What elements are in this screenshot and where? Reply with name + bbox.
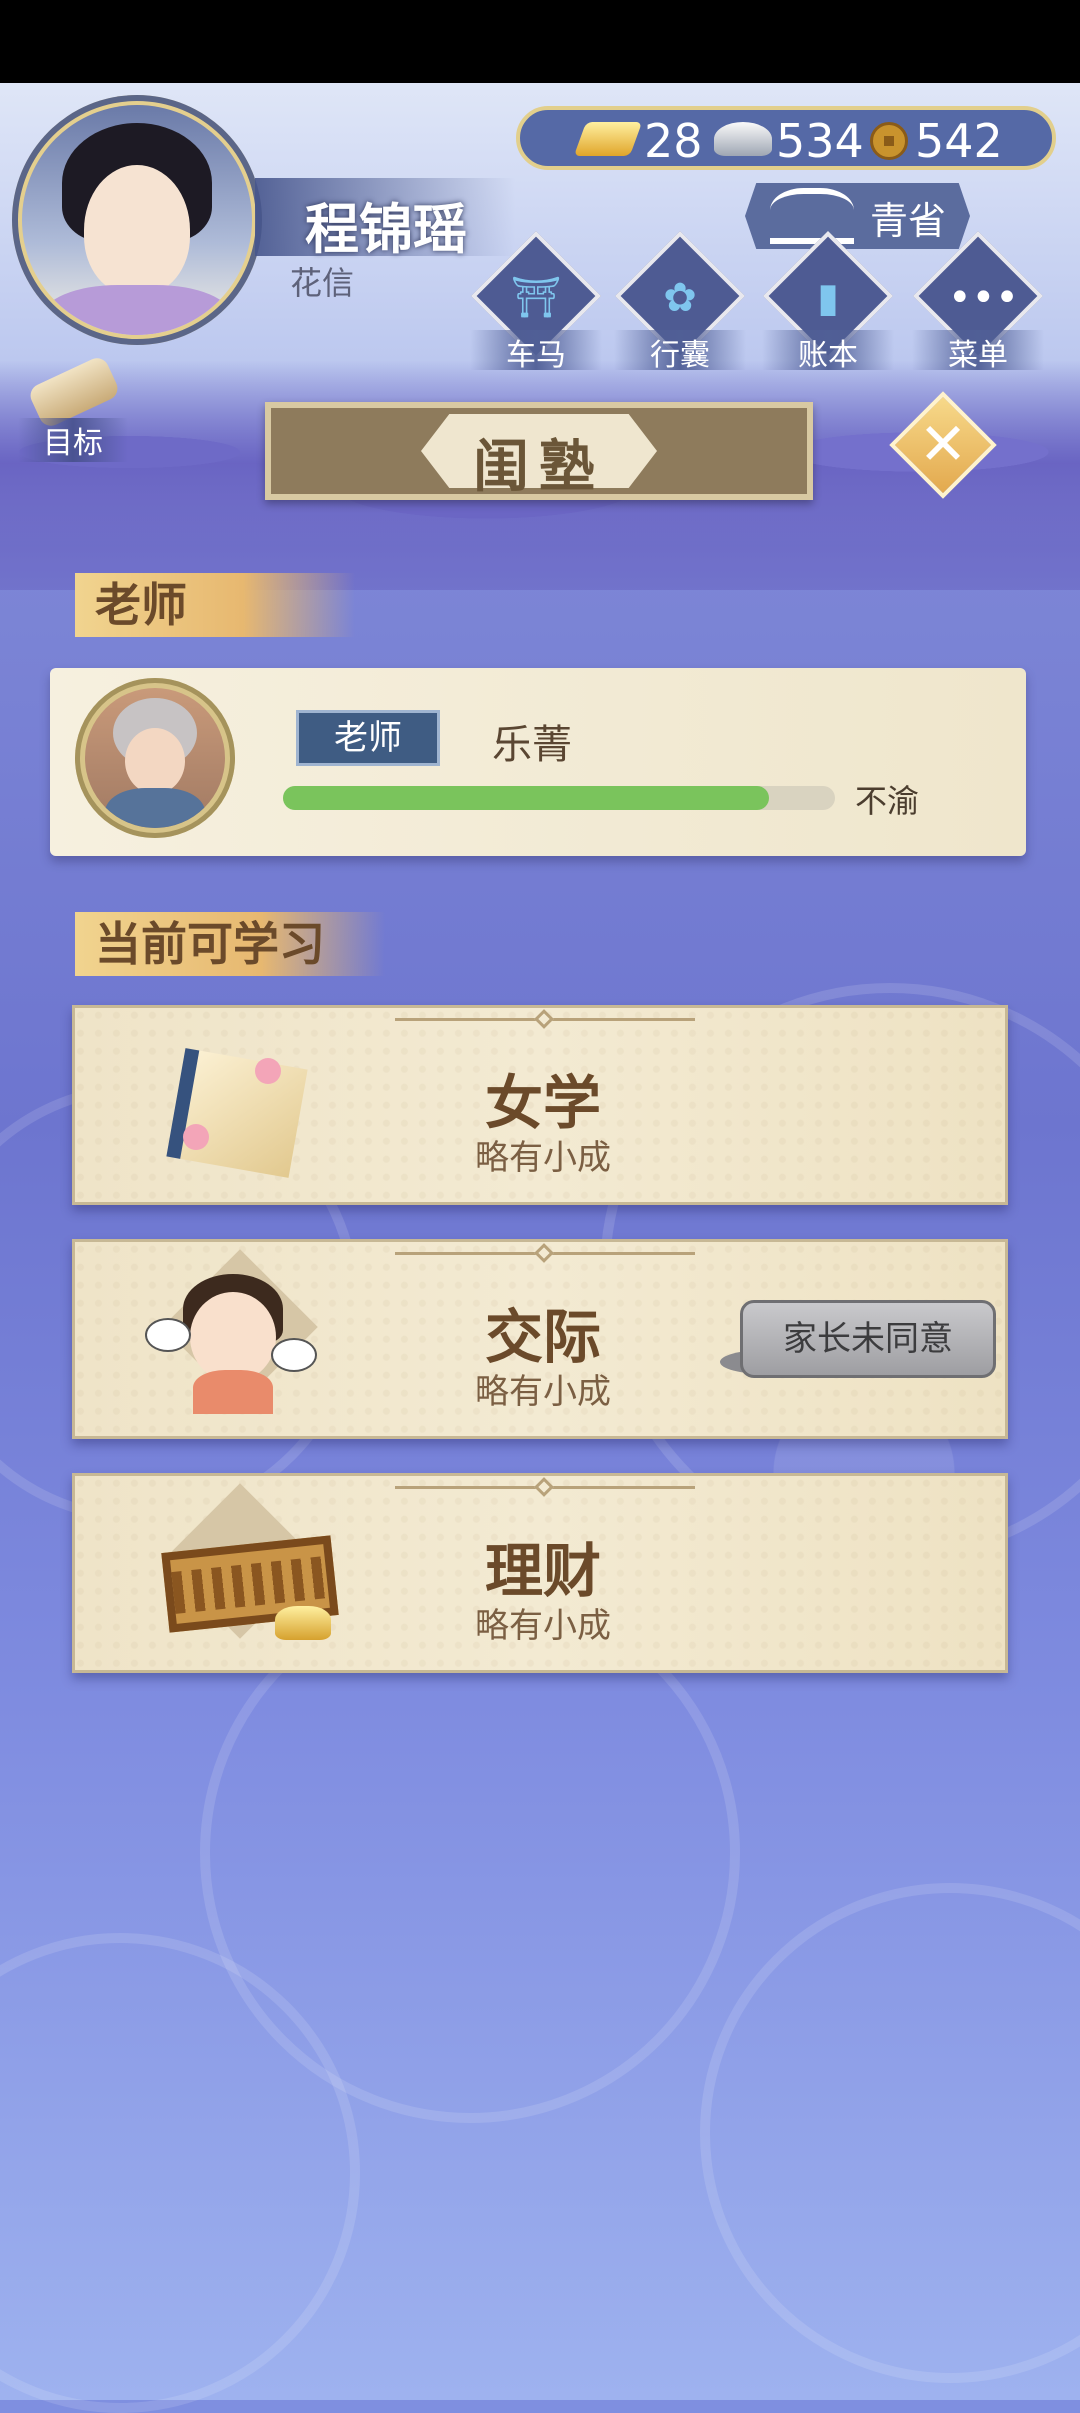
teacher-section-heading: 老师: [75, 573, 355, 637]
menu-dots-icon: •••: [948, 275, 1019, 321]
player-avatar[interactable]: [12, 95, 262, 345]
bag-icon: ✿: [663, 275, 697, 321]
course-level: 略有小成: [475, 1138, 611, 1178]
page-title: 闺塾: [473, 435, 605, 500]
teacher-avatar: [75, 678, 235, 838]
parent-not-agreed-button[interactable]: 家长未同意: [740, 1300, 996, 1378]
currency-bar: 28 534 542: [516, 106, 1056, 170]
teacher-name: 乐菁: [492, 722, 572, 768]
course-card-nvxue[interactable]: 女学 略有小成: [72, 1005, 1008, 1205]
teacher-tag: 老师: [296, 710, 440, 766]
system-status-bar: [0, 0, 1080, 83]
copper-coin-icon: [870, 122, 908, 160]
page-title-plaque: 闺塾: [265, 402, 813, 500]
nav-carriage-label: 车马: [470, 330, 602, 373]
goal-button[interactable]: 目标: [18, 354, 128, 462]
nav-carriage-button[interactable]: ⛩ 车马: [470, 230, 602, 376]
gold-ingot-icon: [573, 122, 643, 156]
teacher-mood-bar: [283, 786, 769, 810]
gold-count: 28: [644, 114, 703, 168]
course-level: 略有小成: [475, 1606, 611, 1646]
course-title: 理财: [484, 1537, 601, 1605]
course-title: 女学: [484, 1069, 601, 1137]
player-name: 程锦瑶: [305, 198, 467, 261]
carriage-icon: ⛩: [510, 275, 562, 321]
ledger-icon: ▮: [816, 275, 839, 321]
nav-menu-label: 菜单: [912, 330, 1044, 373]
nav-ledger-button[interactable]: ▮ 账本: [762, 230, 894, 376]
player-subtitle: 花信: [290, 264, 355, 302]
course-card-licai[interactable]: 理财 略有小成: [72, 1473, 1008, 1673]
silver-count: 534: [776, 114, 864, 168]
coin-count: 542: [915, 114, 1003, 168]
close-icon: ✕: [918, 410, 968, 478]
nav-bag-label: 行囊: [614, 330, 746, 373]
goal-label: 目标: [18, 418, 128, 462]
teapot-icon: [770, 188, 854, 244]
greeting-button-label: 青省: [870, 199, 947, 243]
teacher-mood-label: 不渝: [855, 782, 920, 820]
courses-section-heading: 当前可学习: [75, 912, 385, 976]
nav-menu-button[interactable]: ••• 菜单: [912, 230, 1044, 376]
nav-bag-button[interactable]: ✿ 行囊: [614, 230, 746, 376]
nav-ledger-label: 账本: [762, 330, 894, 373]
silver-ingot-icon: [714, 122, 772, 156]
